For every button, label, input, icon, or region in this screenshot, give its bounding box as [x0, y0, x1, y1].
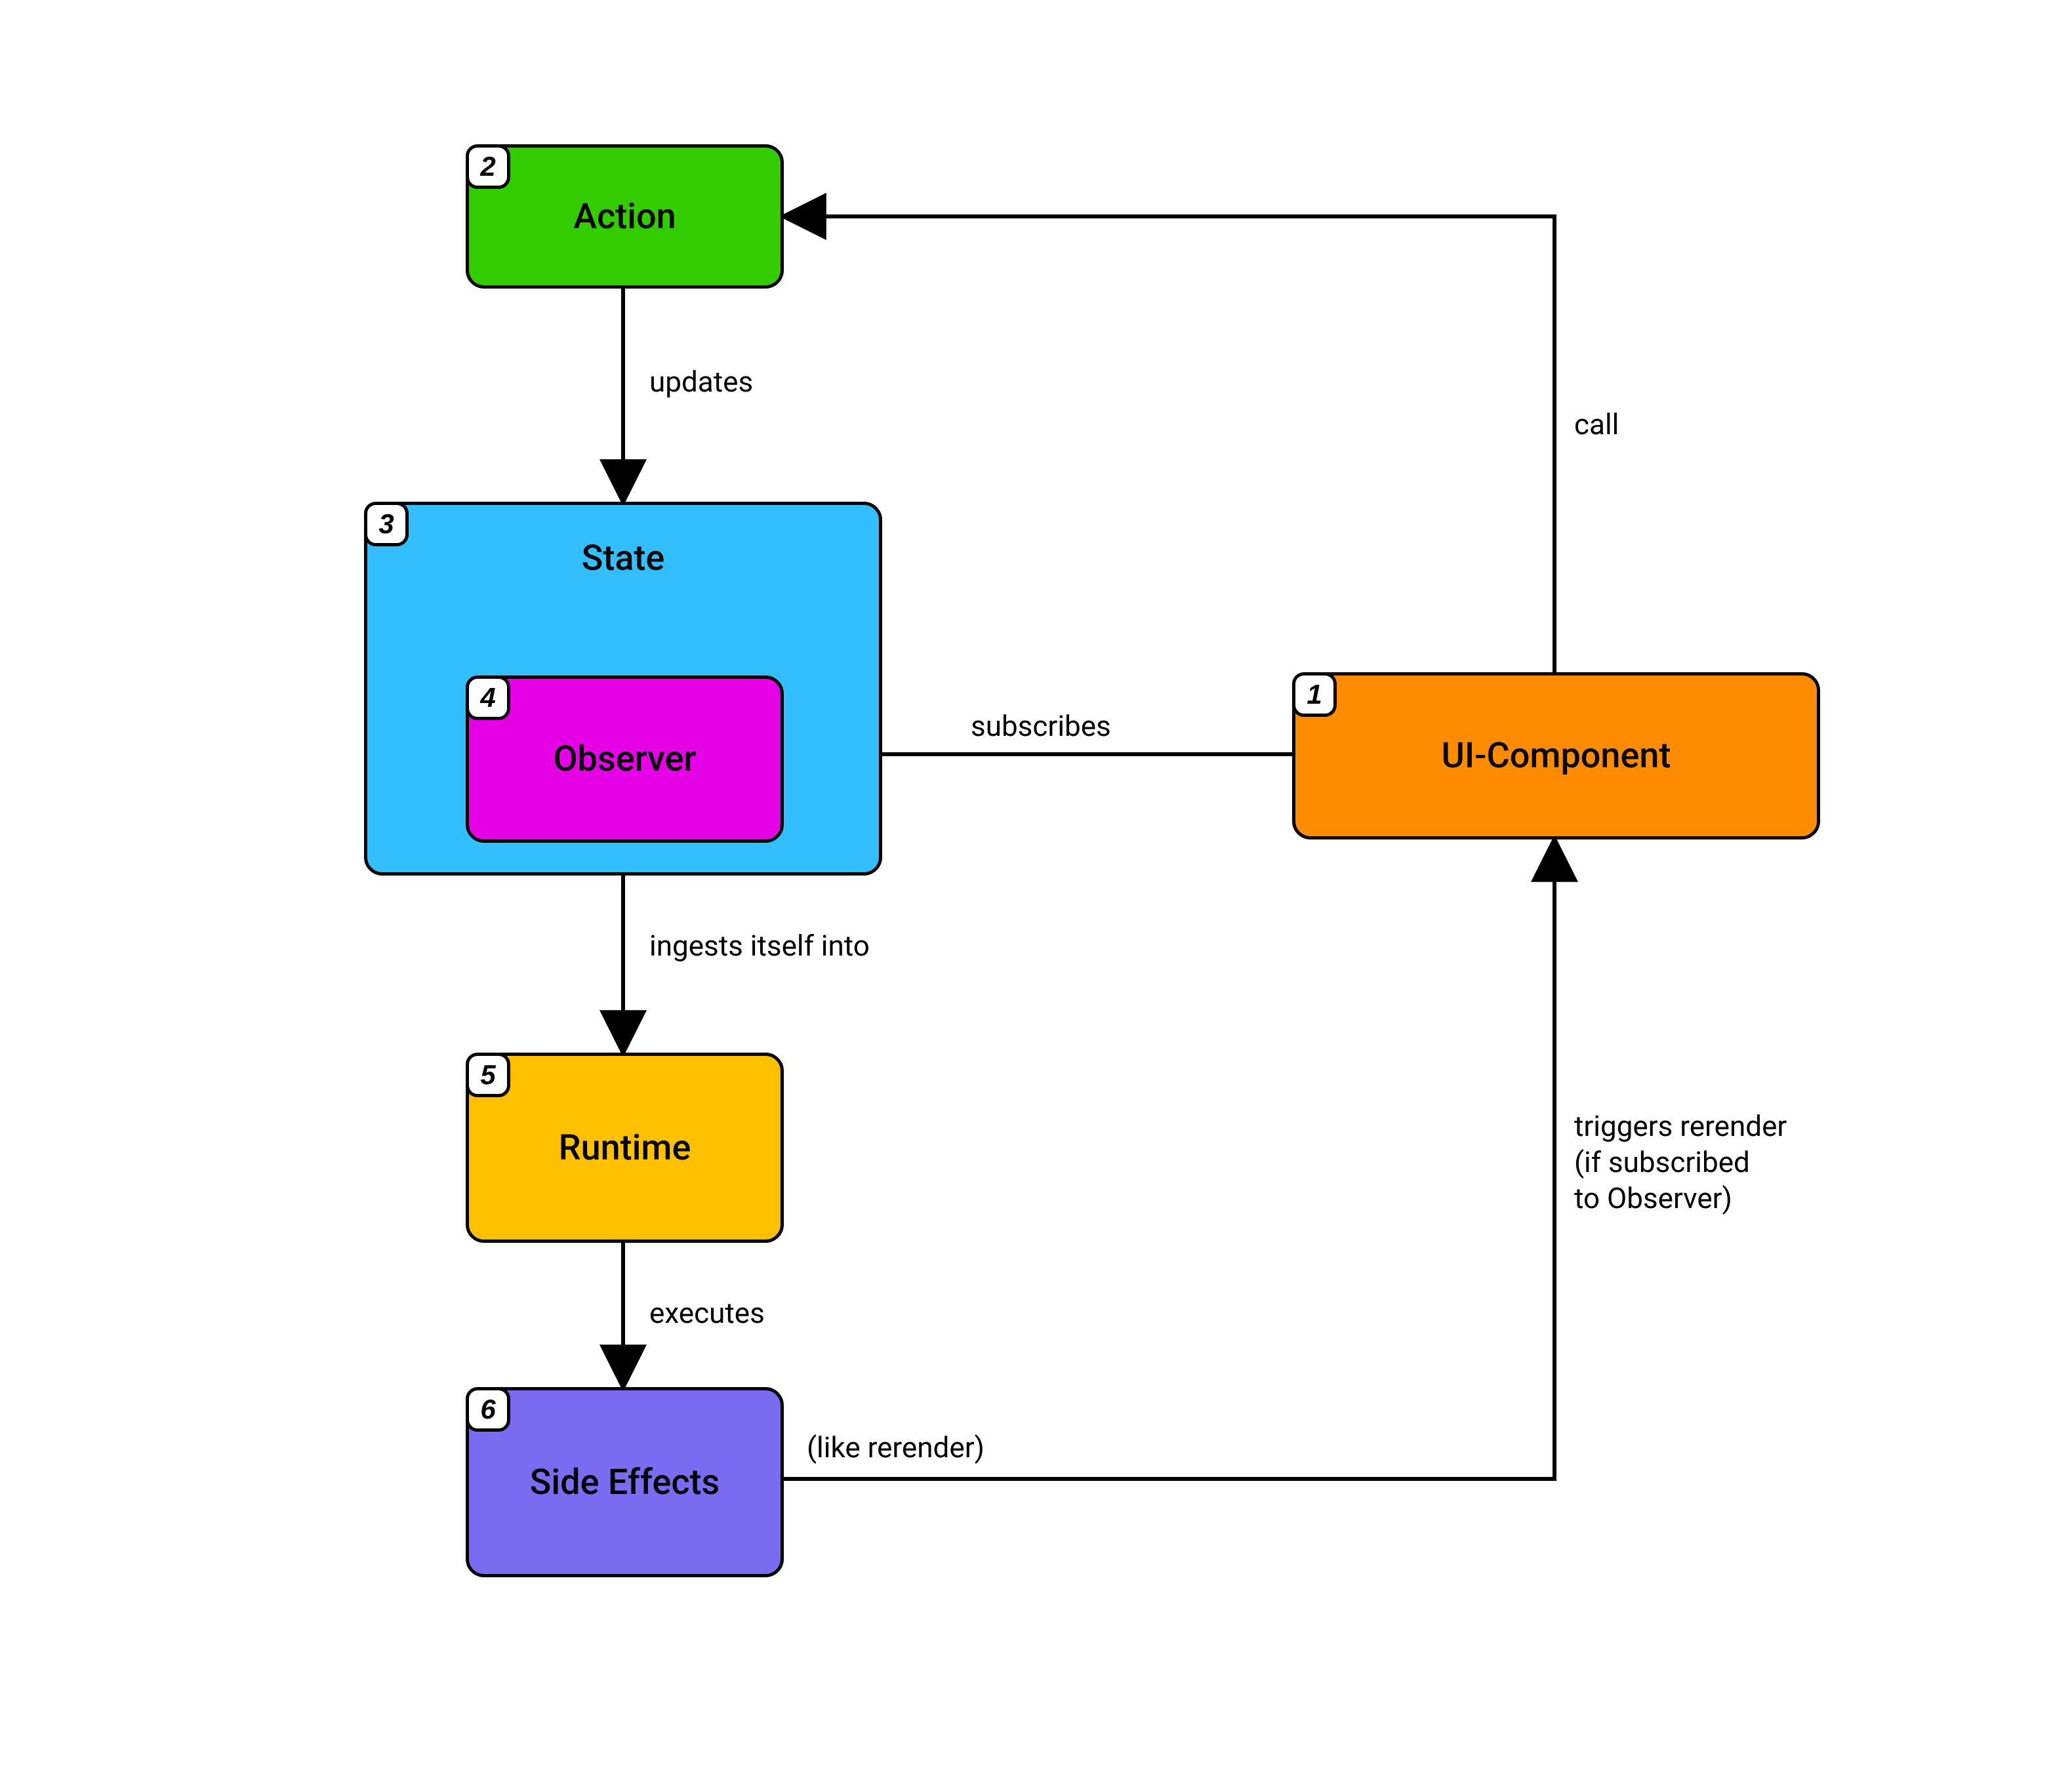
node-runtime: 5 Runtime: [466, 1053, 784, 1243]
edge-label-call: call: [1574, 407, 1619, 443]
node-side-effects: 6 Side Effects: [466, 1387, 784, 1577]
edge-label-ingests: ingests itself into: [649, 928, 870, 964]
node-state-label: State: [367, 538, 879, 579]
node-ui-component-badge: 1: [1292, 672, 1337, 717]
edge-call: [784, 216, 1554, 672]
node-state-badge: 3: [364, 502, 409, 546]
diagram-canvas: 2 Action 3 State 4 Observer 5 Runtime 6 …: [0, 0, 2072, 1776]
edge-triggers: [784, 839, 1554, 1479]
edge-label-triggers: triggers rerender (if subscribed to Obse…: [1574, 1108, 1787, 1217]
edge-label-updates: updates: [649, 364, 753, 400]
node-runtime-label: Runtime: [559, 1127, 691, 1169]
node-action-badge: 2: [466, 144, 510, 189]
edge-layer: [0, 0, 2072, 1776]
edge-label-subscribes: subscribes: [971, 708, 1111, 744]
edge-label-like-rerender: (like rerender): [807, 1430, 985, 1466]
edge-label-executes: executes: [649, 1295, 765, 1331]
node-observer: 4 Observer: [466, 676, 784, 843]
node-side-effects-badge: 6: [466, 1387, 510, 1432]
node-runtime-badge: 5: [466, 1053, 510, 1097]
node-ui-component: 1 UI-Component: [1292, 672, 1820, 839]
node-action: 2 Action: [466, 144, 784, 289]
node-ui-component-label: UI-Component: [1442, 735, 1671, 777]
node-observer-label: Observer: [553, 738, 696, 780]
node-action-label: Action: [573, 196, 676, 237]
node-side-effects-label: Side Effects: [530, 1462, 720, 1503]
node-observer-badge: 4: [466, 676, 510, 720]
